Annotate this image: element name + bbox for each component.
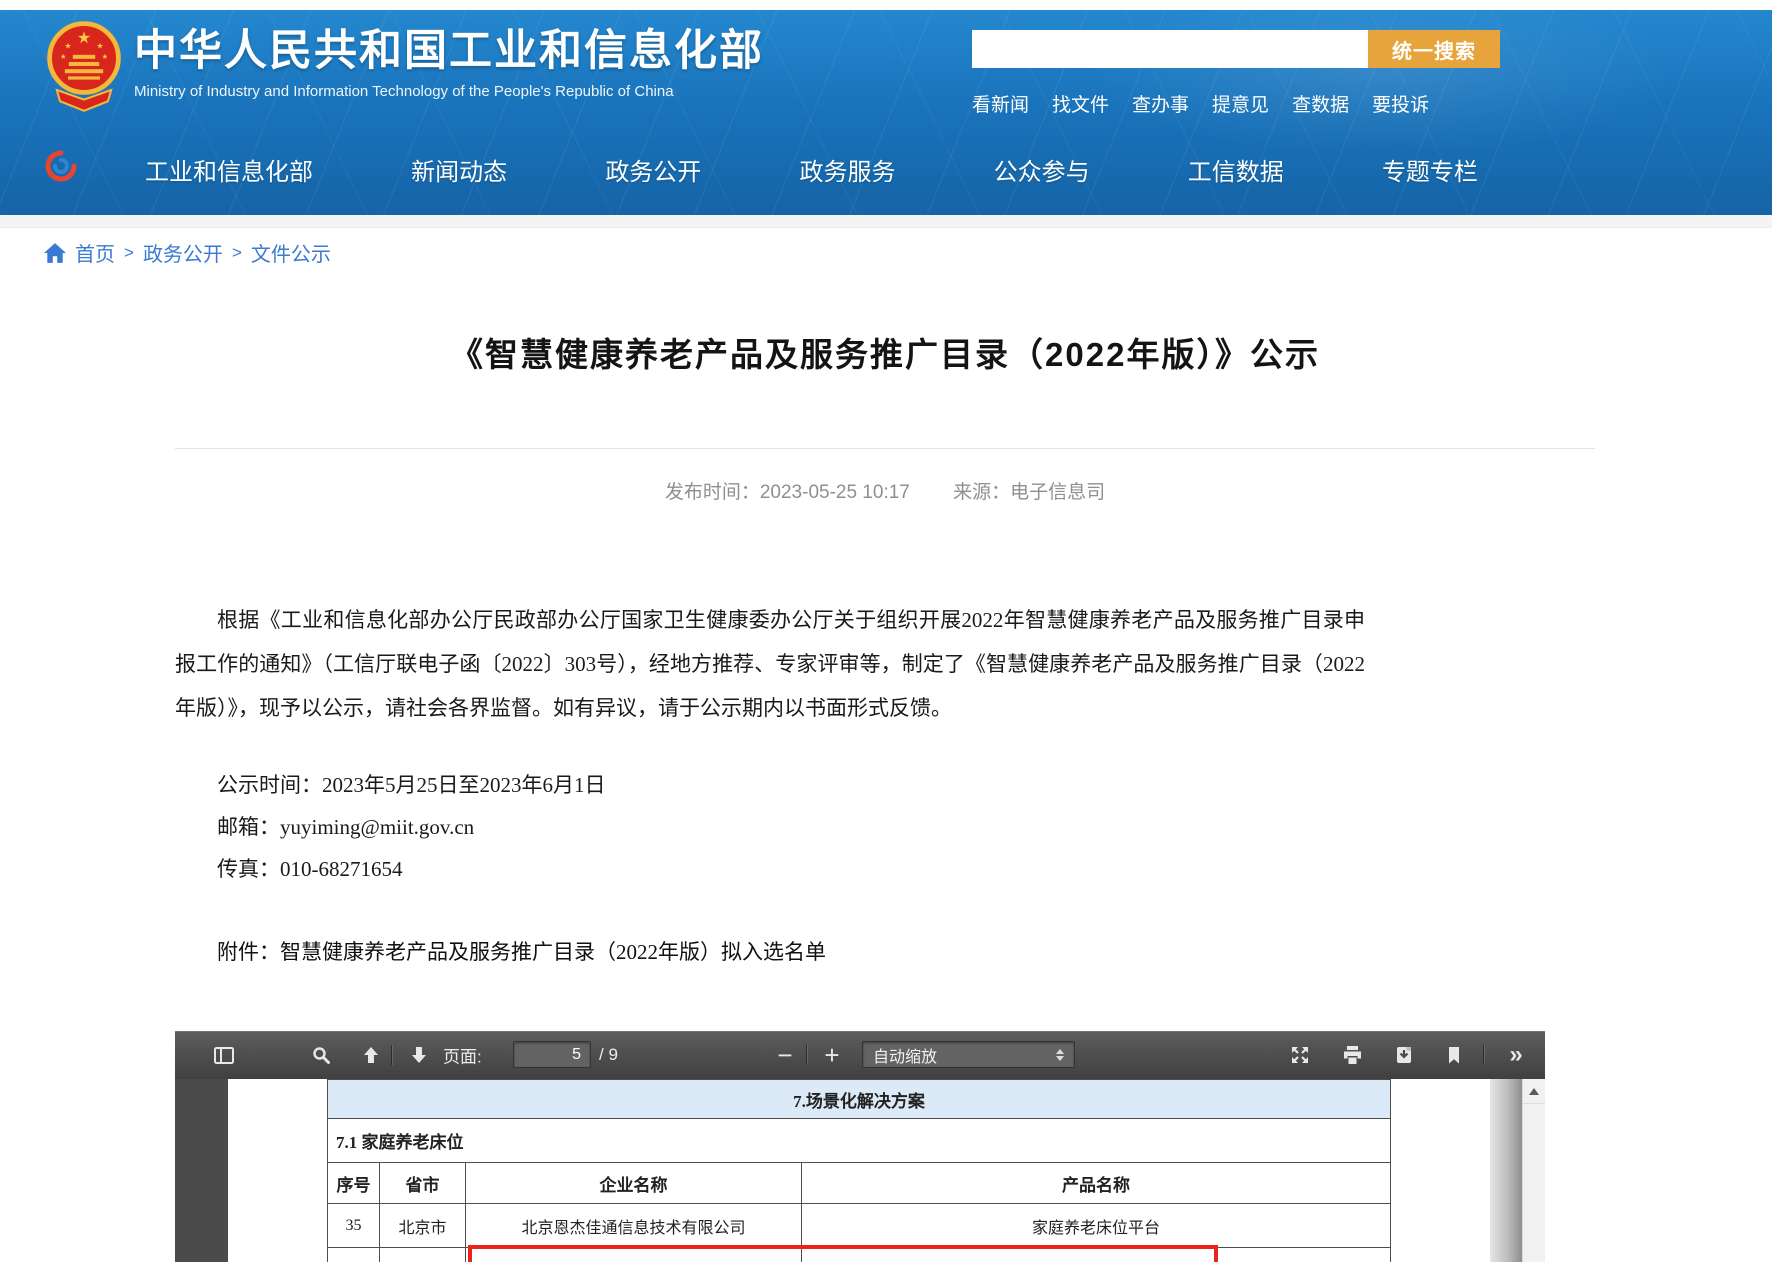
cell-index: 35 bbox=[328, 1204, 380, 1248]
main-nav: 工业和信息化部 新闻动态 政务公开 政务服务 公众参与 工信数据 专题专栏 bbox=[145, 152, 1478, 187]
quick-link-services[interactable]: 查办事 bbox=[1132, 90, 1189, 117]
catalog-table: 7.场景化解决方案 7.1 家庭养老床位 序号 省市 企业名称 产品名称 35 … bbox=[327, 1079, 1391, 1262]
site-title-en: Ministry of Industry and Information Tec… bbox=[134, 83, 764, 100]
more-tools-button[interactable]: » bbox=[1501, 1040, 1531, 1070]
zoom-select-value: 自动缩放 bbox=[873, 1043, 937, 1067]
pdf-page: 7.场景化解决方案 7.1 家庭养老床位 序号 省市 企业名称 产品名称 35 … bbox=[228, 1079, 1490, 1262]
col-header-index: 序号 bbox=[328, 1163, 380, 1204]
nav-item-news[interactable]: 新闻动态 bbox=[411, 152, 507, 187]
quick-links: 看新闻 找文件 查办事 提意见 查数据 要投诉 bbox=[972, 90, 1429, 117]
publish-time: 发布时间：2023-05-25 10:17 bbox=[665, 482, 910, 503]
scroll-up-button[interactable] bbox=[1523, 1079, 1545, 1104]
print-button[interactable] bbox=[1337, 1040, 1367, 1070]
breadcrumb-home[interactable]: 首页 bbox=[75, 238, 115, 267]
breadcrumb-gov-disclosure[interactable]: 政务公开 bbox=[143, 238, 223, 267]
page-number-label: 页面: bbox=[443, 1043, 482, 1068]
site-title: 中华人民共和国工业和信息化部 Ministry of Industry and … bbox=[134, 22, 764, 100]
zoom-out-button[interactable]: − bbox=[770, 1040, 800, 1070]
bookmark-icon bbox=[1448, 1047, 1460, 1064]
miit-swirl-icon bbox=[44, 149, 78, 183]
pdf-scrollbar[interactable] bbox=[1522, 1079, 1545, 1262]
arrow-down-icon bbox=[411, 1046, 427, 1064]
svg-text:★: ★ bbox=[96, 41, 103, 50]
breadcrumb: 首页 > 政务公开 > 文件公示 bbox=[44, 238, 331, 267]
svg-text:★: ★ bbox=[102, 52, 108, 61]
cell-product: 家庭养老床位平台 bbox=[802, 1204, 1391, 1248]
col-header-product: 产品名称 bbox=[802, 1163, 1391, 1204]
home-icon[interactable] bbox=[44, 243, 66, 263]
unified-search-button[interactable]: 统一搜索 bbox=[1368, 30, 1500, 68]
nav-item-public-participation[interactable]: 公众参与 bbox=[994, 152, 1090, 187]
pdf-content-area: 7.场景化解决方案 7.1 家庭养老床位 序号 省市 企业名称 产品名称 35 … bbox=[175, 1079, 1545, 1262]
pdf-toolbar: 页面: / 9 − + 自动缩放 bbox=[175, 1031, 1545, 1080]
svg-text:★: ★ bbox=[64, 41, 71, 50]
cell-company: 北京恩杰佳通信息技术有限公司 bbox=[466, 1204, 802, 1248]
quick-link-data[interactable]: 查数据 bbox=[1292, 90, 1349, 117]
breadcrumb-separator: > bbox=[124, 243, 134, 263]
search-icon bbox=[312, 1046, 330, 1064]
col-header-company: 企业名称 bbox=[466, 1163, 802, 1204]
article-source: 来源：电子信息司 bbox=[953, 482, 1105, 503]
scroll-up-icon bbox=[1529, 1088, 1539, 1095]
page-title: 《智慧健康养老产品及服务推广目录（2022年版）》公示 bbox=[175, 328, 1595, 376]
search-input[interactable] bbox=[972, 30, 1368, 68]
search-box: 统一搜索 bbox=[972, 30, 1500, 68]
highlight-box bbox=[468, 1245, 1218, 1262]
nav-item-special-topics[interactable]: 专题专栏 bbox=[1382, 152, 1478, 187]
quick-link-news[interactable]: 看新闻 bbox=[972, 90, 1029, 117]
presentation-mode-button[interactable] bbox=[1285, 1040, 1315, 1070]
breadcrumb-separator: > bbox=[232, 243, 242, 263]
page-count-label: / 9 bbox=[599, 1045, 618, 1065]
table-section-header: 7.场景化解决方案 bbox=[328, 1080, 1391, 1119]
breadcrumb-file-notice[interactable]: 文件公示 bbox=[251, 238, 331, 267]
find-button[interactable] bbox=[306, 1040, 336, 1070]
sidebar-toggle-button[interactable] bbox=[209, 1040, 239, 1070]
fullscreen-icon bbox=[1291, 1046, 1309, 1064]
article-meta: 发布时间：2023-05-25 10:17 来源：电子信息司 bbox=[175, 477, 1595, 504]
miit-webpage: ★ ★ ★ ★ ★ 中华人民共和国工业和信息化部 Ministry of Ind… bbox=[0, 0, 1772, 1262]
header-bottom-strip bbox=[0, 215, 1772, 228]
attachment-link[interactable]: 附件：智慧健康养老产品及服务推广目录（2022年版）拟入选名单 bbox=[175, 936, 1365, 966]
quick-link-complaints[interactable]: 要投诉 bbox=[1372, 90, 1429, 117]
table-subsection-header: 7.1 家庭养老床位 bbox=[328, 1119, 1391, 1163]
nav-item-data[interactable]: 工信数据 bbox=[1188, 152, 1284, 187]
table-row: 35 北京市 北京恩杰佳通信息技术有限公司 家庭养老床位平台 bbox=[328, 1204, 1391, 1248]
page-edge-shadow bbox=[1490, 1079, 1522, 1262]
zoom-select-dropdown[interactable]: 自动缩放 bbox=[862, 1041, 1075, 1068]
sidebar-icon bbox=[214, 1047, 234, 1064]
quick-link-documents[interactable]: 找文件 bbox=[1052, 90, 1109, 117]
download-button[interactable] bbox=[1389, 1040, 1419, 1070]
zoom-in-button[interactable]: + bbox=[817, 1040, 847, 1070]
fax-line: 传真：010-68271654 bbox=[175, 848, 1365, 890]
cell-province: 北京市 bbox=[380, 1204, 466, 1248]
svg-text:★: ★ bbox=[77, 28, 91, 47]
select-arrows-icon bbox=[1056, 1049, 1064, 1061]
title-divider bbox=[175, 448, 1595, 449]
toolbar-divider bbox=[1483, 1045, 1484, 1065]
page-number-input[interactable] bbox=[513, 1041, 591, 1068]
article-body: 根据《工业和信息化部办公厅民政部办公厅国家卫生健康委办公厅关于组织开展2022年… bbox=[175, 598, 1365, 966]
article-paragraph: 根据《工业和信息化部办公厅民政部办公厅国家卫生健康委办公厅关于组织开展2022年… bbox=[175, 598, 1365, 730]
toolbar-divider bbox=[391, 1045, 392, 1065]
nav-item-gov-services[interactable]: 政务服务 bbox=[799, 152, 895, 187]
nav-item-miit[interactable]: 工业和信息化部 bbox=[145, 152, 313, 187]
site-title-cn: 中华人民共和国工业和信息化部 bbox=[134, 22, 764, 80]
pdf-viewer: 页面: / 9 − + 自动缩放 bbox=[175, 1031, 1545, 1262]
site-header: ★ ★ ★ ★ ★ 中华人民共和国工业和信息化部 Ministry of Ind… bbox=[0, 10, 1772, 215]
page-down-button[interactable] bbox=[404, 1040, 434, 1070]
arrow-up-icon bbox=[363, 1046, 379, 1064]
svg-text:★: ★ bbox=[60, 52, 66, 61]
toolbar-divider bbox=[806, 1045, 807, 1065]
bookmark-button[interactable] bbox=[1439, 1040, 1469, 1070]
nav-item-gov-disclosure[interactable]: 政务公开 bbox=[605, 152, 701, 187]
national-emblem-logo: ★ ★ ★ ★ ★ bbox=[44, 16, 124, 116]
page-up-button[interactable] bbox=[356, 1040, 386, 1070]
email-line: 邮箱：yuyiming@miit.gov.cn bbox=[175, 806, 1365, 848]
col-header-province: 省市 bbox=[380, 1163, 466, 1204]
download-icon bbox=[1396, 1046, 1412, 1064]
quick-link-suggestions[interactable]: 提意见 bbox=[1212, 90, 1269, 117]
notice-period-line: 公示时间：2023年5月25日至2023年6月1日 bbox=[175, 764, 1365, 806]
printer-icon bbox=[1343, 1046, 1362, 1064]
